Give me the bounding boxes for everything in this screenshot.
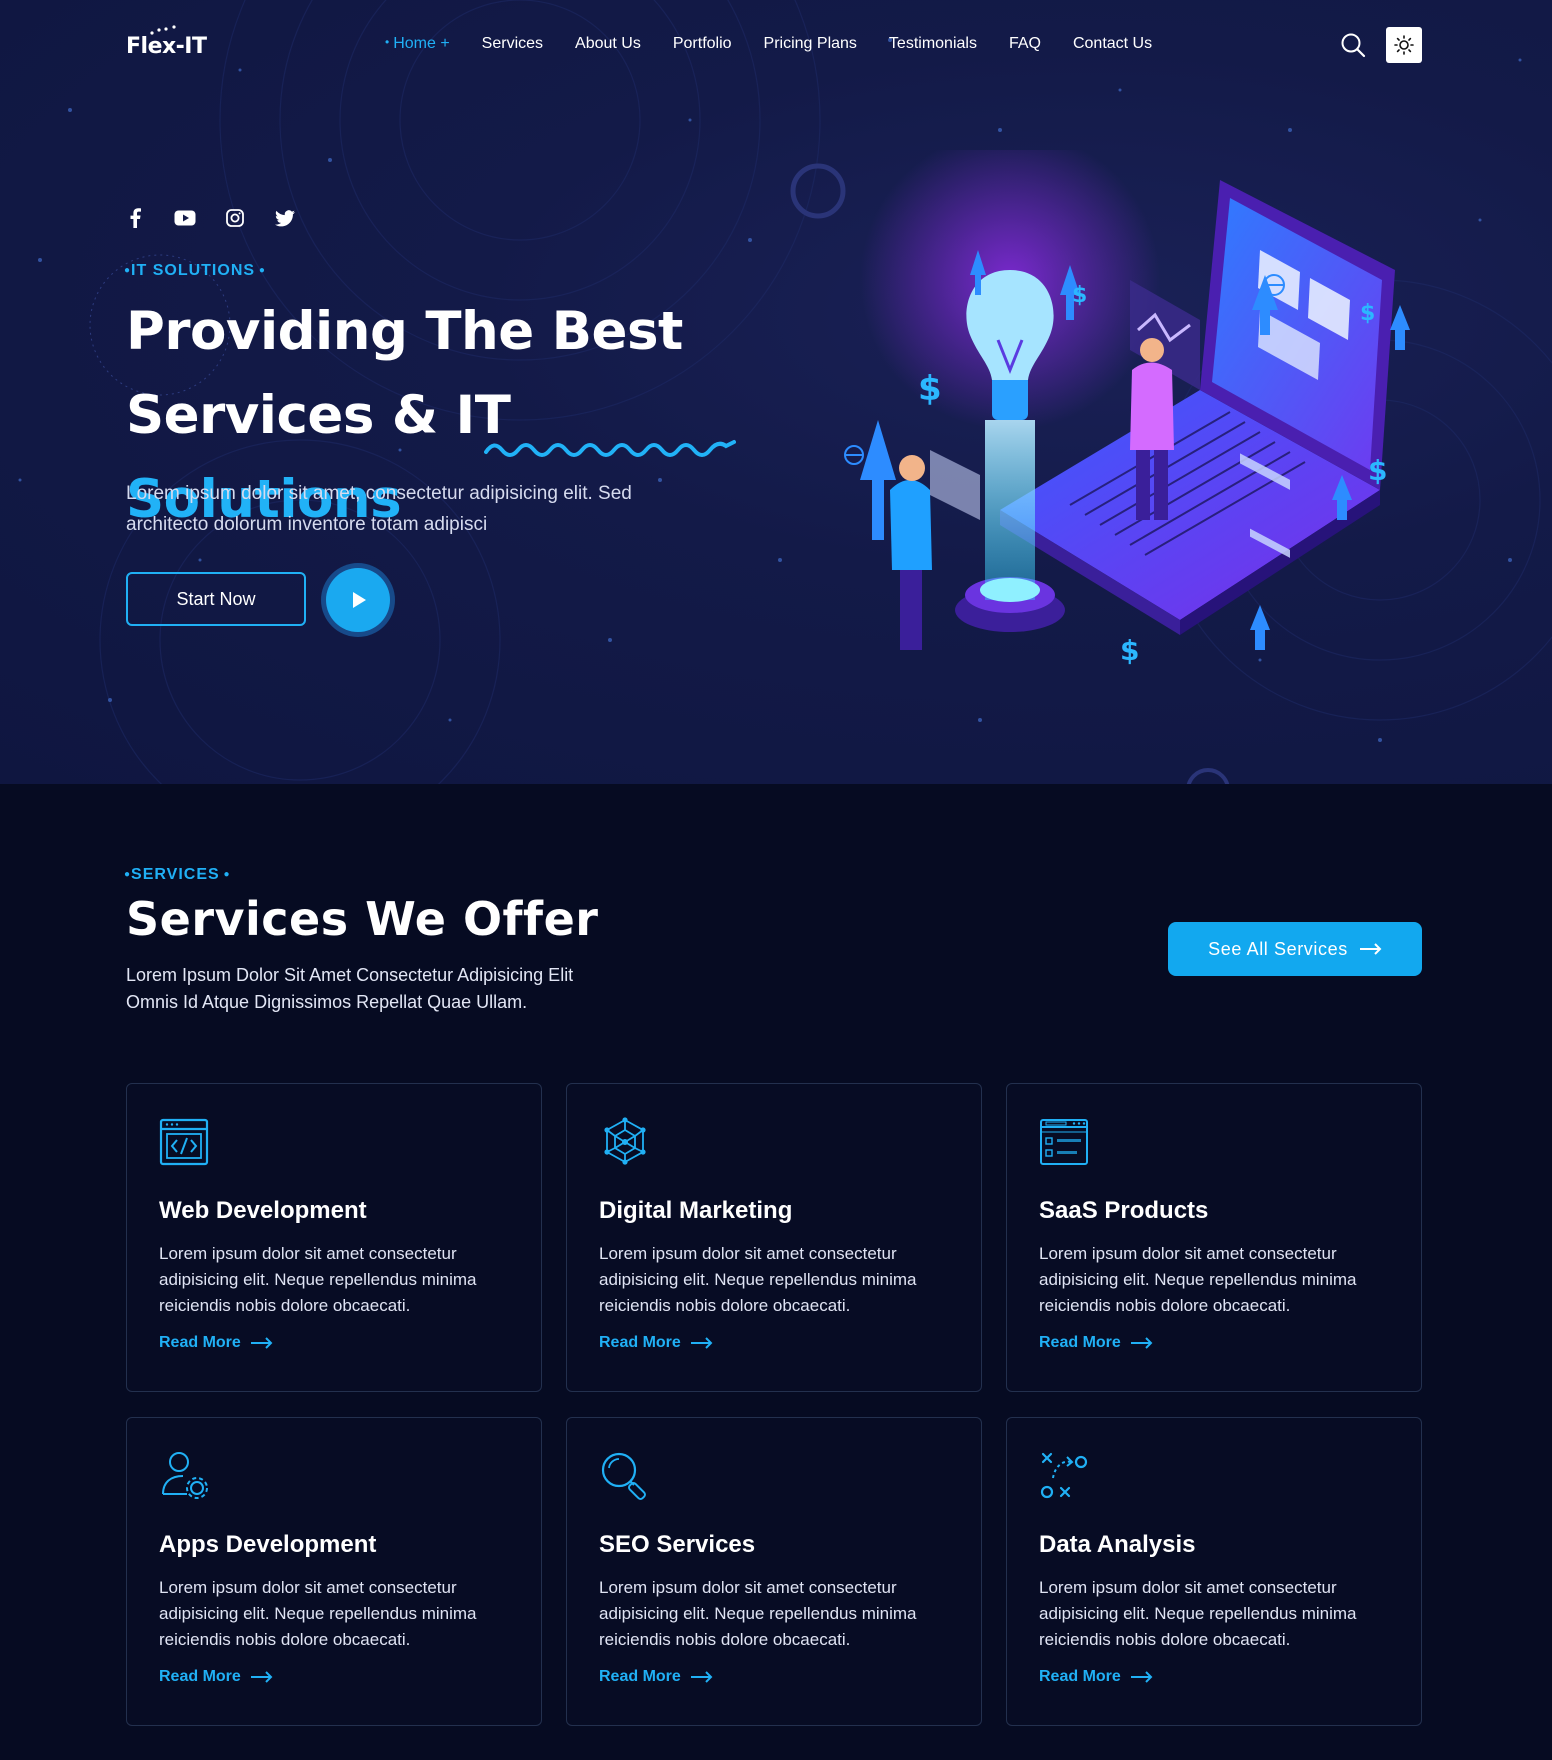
facebook-link[interactable] xyxy=(124,207,146,229)
read-more-label: Read More xyxy=(1039,1334,1121,1351)
service-card-title: Digital Marketing xyxy=(599,1197,793,1224)
search-icon xyxy=(1341,33,1366,58)
svg-text:$: $ xyxy=(918,369,942,409)
magnifier-icon xyxy=(601,1452,646,1500)
nav-item-pricing-plans[interactable]: Pricing Plans xyxy=(764,35,857,53)
service-card-text: Lorem ipsum dolor sit amet consectetur a… xyxy=(1039,1578,1357,1649)
read-more-label: Read More xyxy=(599,1334,681,1351)
service-card-text: Lorem ipsum dolor sit amet consectetur a… xyxy=(159,1578,477,1649)
services-description: Lorem Ipsum Dolor Sit Amet Consectetur A… xyxy=(126,965,574,1012)
nav-item-portfolio[interactable]: Portfolio xyxy=(673,35,732,53)
read-more-link[interactable]: Read More xyxy=(1039,1334,1153,1352)
search-button[interactable] xyxy=(1340,32,1366,58)
youtube-icon xyxy=(174,210,196,226)
nav-item-contact-us[interactable]: Contact Us xyxy=(1073,35,1152,53)
service-card: SEO Services Lorem ipsum dolor sit amet … xyxy=(566,1417,982,1726)
arrow-right-icon xyxy=(250,1337,273,1349)
nav-item-services[interactable]: Services xyxy=(482,35,543,53)
hero-description: Lorem ipsum dolor sit amet, consectetur … xyxy=(126,483,632,535)
service-card: Web Development Lorem ipsum dolor sit am… xyxy=(126,1083,542,1392)
read-more-link[interactable]: Read More xyxy=(599,1334,713,1352)
service-card: Digital Marketing Lorem ipsum dolor sit … xyxy=(566,1083,982,1392)
social-links xyxy=(124,207,296,229)
eyebrow-dot-icon: ● xyxy=(219,869,231,880)
service-card: Apps Development Lorem ipsum dolor sit a… xyxy=(126,1417,542,1726)
hero-eyebrow: ●IT SOLUTIONS ● xyxy=(124,262,266,280)
nav-item-about-us[interactable]: About Us xyxy=(575,35,641,53)
read-more-link[interactable]: Read More xyxy=(159,1334,273,1352)
service-card-text: Lorem ipsum dolor sit amet consectetur a… xyxy=(1039,1244,1357,1315)
user-gear-icon xyxy=(162,1452,208,1499)
svg-text:$: $ xyxy=(1368,454,1387,487)
network-globe-icon xyxy=(604,1117,646,1165)
it-solutions-illustration: $ $ $ $ $ xyxy=(844,150,1410,667)
hero-title-line1: Providing The Best xyxy=(126,301,683,362)
service-card-text: Lorem ipsum dolor sit amet consectetur a… xyxy=(159,1244,477,1315)
hero-title-line2-prefix: Services & IT xyxy=(126,385,511,446)
main-menu: Home + Services About Us Portfolio Prici… xyxy=(385,35,1184,53)
play-icon xyxy=(353,592,366,608)
service-card-title: SEO Services xyxy=(599,1531,756,1558)
instagram-link[interactable] xyxy=(224,207,246,229)
arrow-right-icon xyxy=(1359,943,1382,955)
eyebrow-dot-icon: ● xyxy=(255,265,266,276)
facebook-icon xyxy=(130,208,141,228)
services-eyebrow-label: SERVICES xyxy=(131,866,220,883)
arrow-right-icon xyxy=(690,1337,713,1349)
service-card-title: SaaS Products xyxy=(1039,1197,1209,1224)
service-card-title: Apps Development xyxy=(159,1531,377,1558)
arrow-right-icon xyxy=(1130,1671,1153,1683)
arrow-right-icon xyxy=(690,1671,713,1683)
hero-section: Flex-IT Home + Services About Us Portfol… xyxy=(0,0,1552,784)
services-section: ●SERVICES ● Services We Offer Lorem Ipsu… xyxy=(0,784,1552,1760)
start-now-button[interactable]: Start Now xyxy=(126,572,306,626)
arrow-right-icon xyxy=(1130,1337,1153,1349)
hero-eyebrow-label: IT SOLUTIONS xyxy=(131,262,256,279)
twitter-icon xyxy=(275,209,295,226)
play-video-button[interactable] xyxy=(326,568,390,632)
nav-item-testimonials[interactable]: Testimonials xyxy=(889,35,977,53)
read-more-label: Read More xyxy=(1039,1668,1121,1685)
squiggle-underline-icon xyxy=(484,440,736,457)
services-grid: Web Development Lorem ipsum dolor sit am… xyxy=(126,1083,1422,1726)
domain-window-icon xyxy=(1040,1119,1088,1165)
nav-item-home[interactable]: Home + xyxy=(385,35,449,53)
youtube-link[interactable] xyxy=(174,207,196,229)
brand-logo[interactable]: Flex-IT xyxy=(126,34,207,59)
read-more-label: Read More xyxy=(159,1334,241,1351)
eyebrow-dot-icon: ● xyxy=(124,869,132,880)
service-card-title: Web Development xyxy=(159,1197,367,1224)
services-title: Services We Offer xyxy=(126,892,599,946)
service-card-text: Lorem ipsum dolor sit amet consectetur a… xyxy=(599,1578,917,1649)
strategy-icon xyxy=(1040,1452,1088,1499)
service-card-text: Lorem ipsum dolor sit amet consectetur a… xyxy=(599,1244,917,1315)
theme-toggle-button[interactable] xyxy=(1386,27,1422,63)
nav-item-faq[interactable]: FAQ xyxy=(1009,35,1041,53)
svg-text:$: $ xyxy=(1072,283,1087,308)
service-card: Data Analysis Lorem ipsum dolor sit amet… xyxy=(1006,1417,1422,1726)
service-card-title: Data Analysis xyxy=(1039,1531,1196,1558)
services-eyebrow: ●SERVICES ● xyxy=(124,866,231,884)
read-more-link[interactable]: Read More xyxy=(1039,1668,1153,1686)
code-window-icon xyxy=(159,1118,209,1166)
top-navigation: Flex-IT Home + Services About Us Portfol… xyxy=(0,0,1552,90)
arrow-right-icon xyxy=(250,1671,273,1683)
svg-text:$: $ xyxy=(1120,634,1139,667)
see-all-services-button[interactable]: See All Services xyxy=(1168,922,1422,976)
see-all-services-label: See All Services xyxy=(1208,938,1348,959)
instagram-icon xyxy=(226,209,244,227)
sun-icon xyxy=(1394,35,1414,55)
svg-text:$: $ xyxy=(1360,301,1375,326)
eyebrow-dot-icon: ● xyxy=(124,265,132,276)
service-card: SaaS Products Lorem ipsum dolor sit amet… xyxy=(1006,1083,1422,1392)
twitter-link[interactable] xyxy=(274,207,296,229)
read-more-label: Read More xyxy=(599,1668,681,1685)
read-more-link[interactable]: Read More xyxy=(159,1668,273,1686)
read-more-link[interactable]: Read More xyxy=(599,1668,713,1686)
read-more-label: Read More xyxy=(159,1668,241,1685)
